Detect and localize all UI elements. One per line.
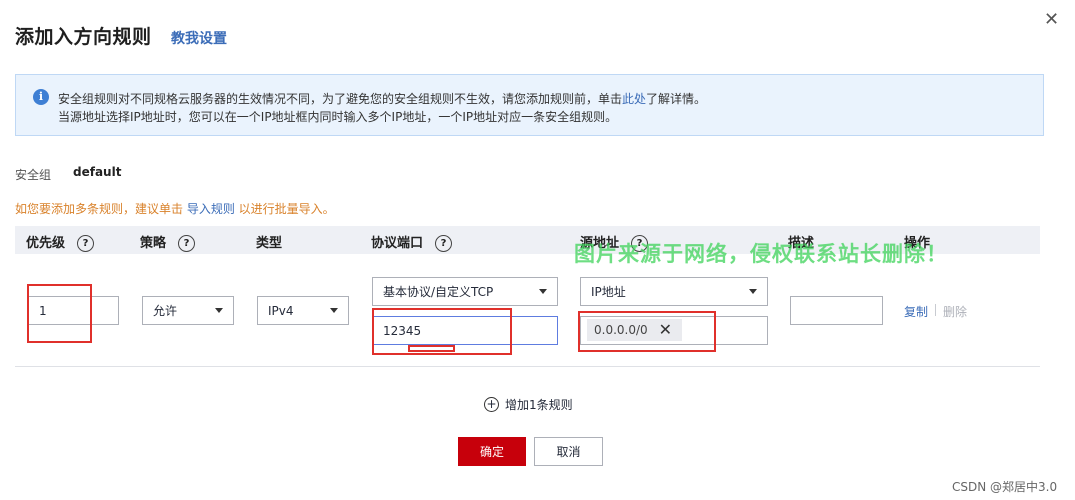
header-priority-label: 优先级 [26,236,66,251]
action-divider [935,304,936,316]
header-protocol-port-label: 协议端口 [371,236,424,251]
cancel-button[interactable]: 取消 [534,437,603,466]
import-hint: 如您要添加多条规则，建议单击 导入规则 以进行批量导入。 [15,200,335,217]
type-value: IPv4 [268,303,294,318]
import-hint-text: 如您要添加多条规则，建议单击 [15,202,187,216]
header-type: 类型 [256,236,283,251]
security-group-value: default [73,165,122,179]
info-banner: i 安全组规则对不同规格云服务器的生效情况不同，为了避免您的安全组规则不生效，请… [15,74,1044,136]
footer-credit: CSDN @郑居中3.0 [952,480,1058,494]
security-group-label: 安全组 [15,168,52,182]
add-rule-button[interactable]: + 增加1条规则 [484,396,573,413]
type-select[interactable]: IPv4 [257,296,349,325]
add-rule-label: 增加1条规则 [505,398,573,412]
help-icon[interactable]: ? [435,235,453,252]
dropdown-arrow-icon [539,288,547,294]
import-hint-tail: 以进行批量导入。 [234,202,335,216]
dropdown-arrow-icon [749,288,757,294]
watermark-text: 图片来源于网络，侵权联系站长删除！ [574,242,948,266]
annotation-box-priority [27,284,92,343]
annotation-box-port-underline [408,345,455,352]
details-link[interactable]: 此处 [622,92,646,106]
policy-select[interactable]: 允许 [142,296,234,325]
protocol-select[interactable]: 基本协议/自定义TCP [372,277,558,306]
close-icon[interactable]: ✕ [1044,9,1059,30]
confirm-button[interactable]: 确定 [458,437,526,466]
protocol-value: 基本协议/自定义TCP [383,285,494,299]
info-line-1-text: 安全组规则对不同规格云服务器的生效情况不同，为了避免您的安全组规则不生效，请您添… [58,92,623,106]
policy-value: 允许 [153,304,178,318]
import-rules-link[interactable]: 导入规则 [187,202,235,216]
dialog-title: 添加入方向规则 [15,26,152,48]
dropdown-arrow-icon [215,307,223,313]
annotation-box-source [578,311,716,352]
info-line-1: 安全组规则对不同规格云服务器的生效情况不同，为了避免您的安全组规则不生效，请您添… [58,90,706,107]
row-divider [15,366,1040,367]
help-icon[interactable]: ? [77,235,95,252]
info-line-1-tail: 了解详情。 [646,92,707,106]
source-type-select[interactable]: IP地址 [580,277,768,306]
copy-link[interactable]: 复制 [904,303,928,320]
header-priority: 优先级? [26,232,95,252]
description-input[interactable] [790,296,883,325]
info-line-2: 当源地址选择IP地址时，您可以在一个IP地址框内同时输入多个IP地址，一个IP地… [58,110,618,124]
header-protocol-port: 协议端口? [371,232,453,252]
dropdown-arrow-icon [330,307,338,313]
source-type-value: IP地址 [591,285,626,299]
header-policy-label: 策略 [140,236,167,251]
plus-circle-icon: + [484,397,499,412]
delete-link[interactable]: 删除 [943,303,967,320]
info-icon: i [33,89,49,105]
help-icon[interactable]: ? [178,235,196,252]
help-link[interactable]: 教我设置 [171,28,227,48]
header-policy: 策略? [140,232,196,252]
